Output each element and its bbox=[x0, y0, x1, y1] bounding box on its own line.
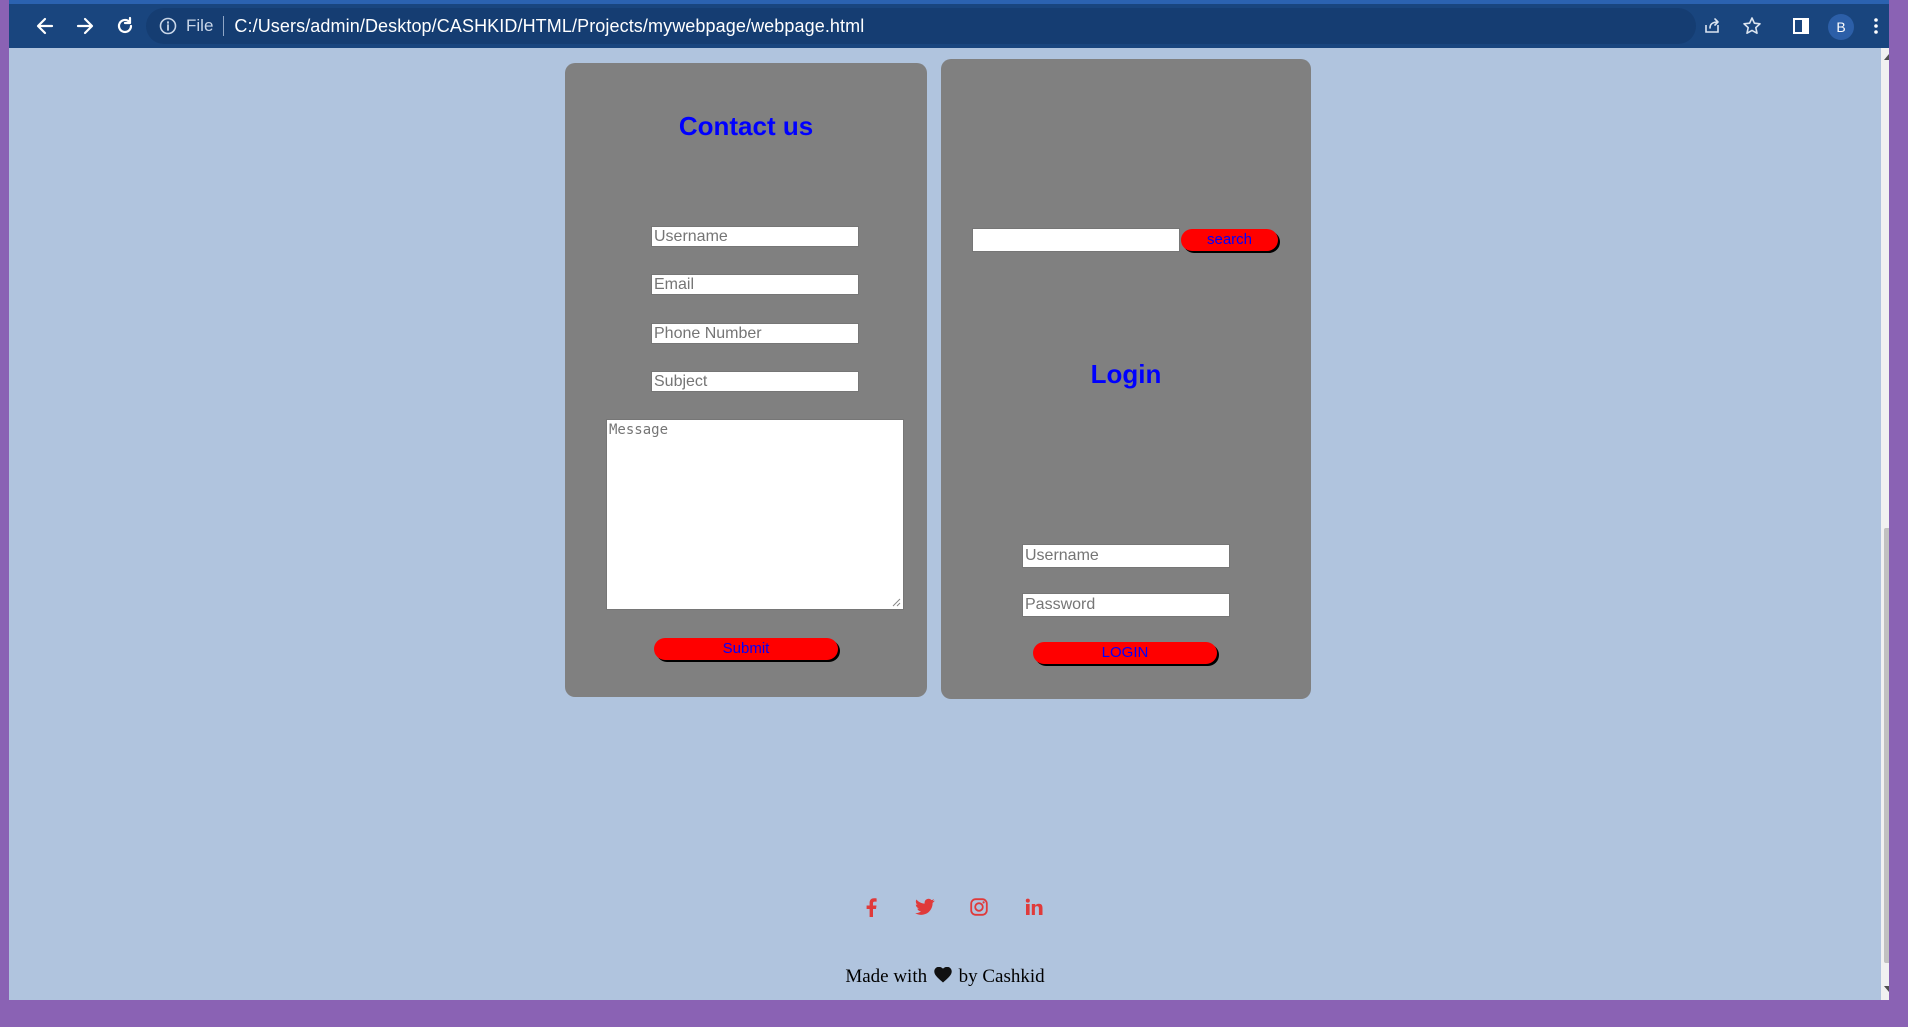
footer-credit: Made with by Cashkid bbox=[9, 966, 1881, 988]
instagram-icon[interactable] bbox=[967, 895, 991, 919]
file-scheme-label: File bbox=[186, 16, 214, 35]
search-button[interactable]: search bbox=[1181, 229, 1278, 251]
twitter-icon[interactable] bbox=[913, 895, 937, 919]
bookmark-button[interactable] bbox=[1736, 10, 1768, 42]
browser-window: File C:/Users/admin/Desktop/CASHKID/HTML… bbox=[9, 0, 1889, 1000]
login-username-input[interactable] bbox=[1022, 544, 1230, 568]
contact-title: Contact us bbox=[678, 111, 814, 141]
contact-subject-input[interactable] bbox=[651, 371, 859, 392]
forward-arrow-icon bbox=[76, 17, 94, 35]
login-password-input[interactable] bbox=[1022, 593, 1230, 617]
reload-button[interactable] bbox=[109, 10, 141, 42]
scroll-thumb[interactable] bbox=[1884, 528, 1889, 963]
heart-icon bbox=[934, 966, 952, 983]
contact-username-input[interactable] bbox=[651, 226, 859, 247]
reload-icon bbox=[117, 16, 133, 34]
more-vertical-icon bbox=[1874, 18, 1878, 34]
contact-message-textarea[interactable] bbox=[606, 419, 904, 610]
scroll-down-arrow-icon[interactable] bbox=[1884, 986, 1889, 992]
login-card: search Login LOGIN bbox=[941, 59, 1311, 699]
site-info-icon[interactable] bbox=[158, 16, 178, 36]
contact-phone-input[interactable] bbox=[651, 323, 859, 344]
star-icon bbox=[1743, 17, 1761, 34]
profile-avatar[interactable]: B bbox=[1828, 14, 1854, 40]
footer-text-before: Made with bbox=[845, 966, 928, 987]
browser-toolbar: File C:/Users/admin/Desktop/CASHKID/HTML… bbox=[9, 4, 1889, 48]
submit-button[interactable]: Submit bbox=[654, 638, 838, 660]
side-panel-button[interactable] bbox=[1785, 10, 1817, 42]
menu-button[interactable] bbox=[1867, 10, 1885, 42]
url-text[interactable]: C:/Users/admin/Desktop/CASHKID/HTML/Proj… bbox=[234, 16, 864, 37]
forward-button[interactable] bbox=[69, 10, 101, 42]
back-button[interactable] bbox=[29, 10, 61, 42]
page-viewport: Contact us Submit search Login LOGIN bbox=[9, 48, 1881, 1000]
share-icon bbox=[1705, 18, 1719, 33]
back-arrow-icon bbox=[36, 17, 54, 35]
login-title: Login bbox=[1090, 359, 1162, 389]
footer-text-after: by Cashkid bbox=[958, 966, 1045, 987]
contact-email-input[interactable] bbox=[651, 274, 859, 295]
address-bar[interactable]: File C:/Users/admin/Desktop/CASHKID/HTML… bbox=[146, 8, 1696, 44]
search-input[interactable] bbox=[972, 228, 1180, 252]
resize-grip-icon[interactable] bbox=[891, 597, 901, 607]
share-button[interactable] bbox=[1696, 10, 1728, 42]
side-panel-icon bbox=[1793, 18, 1809, 34]
facebook-icon[interactable] bbox=[859, 895, 883, 919]
linkedin-icon[interactable] bbox=[1022, 895, 1046, 919]
scroll-up-arrow-icon[interactable] bbox=[1884, 54, 1889, 60]
contact-card: Contact us Submit bbox=[565, 63, 927, 697]
address-divider bbox=[223, 16, 225, 36]
login-button[interactable]: LOGIN bbox=[1033, 642, 1217, 664]
vertical-scrollbar[interactable] bbox=[1881, 48, 1889, 1000]
